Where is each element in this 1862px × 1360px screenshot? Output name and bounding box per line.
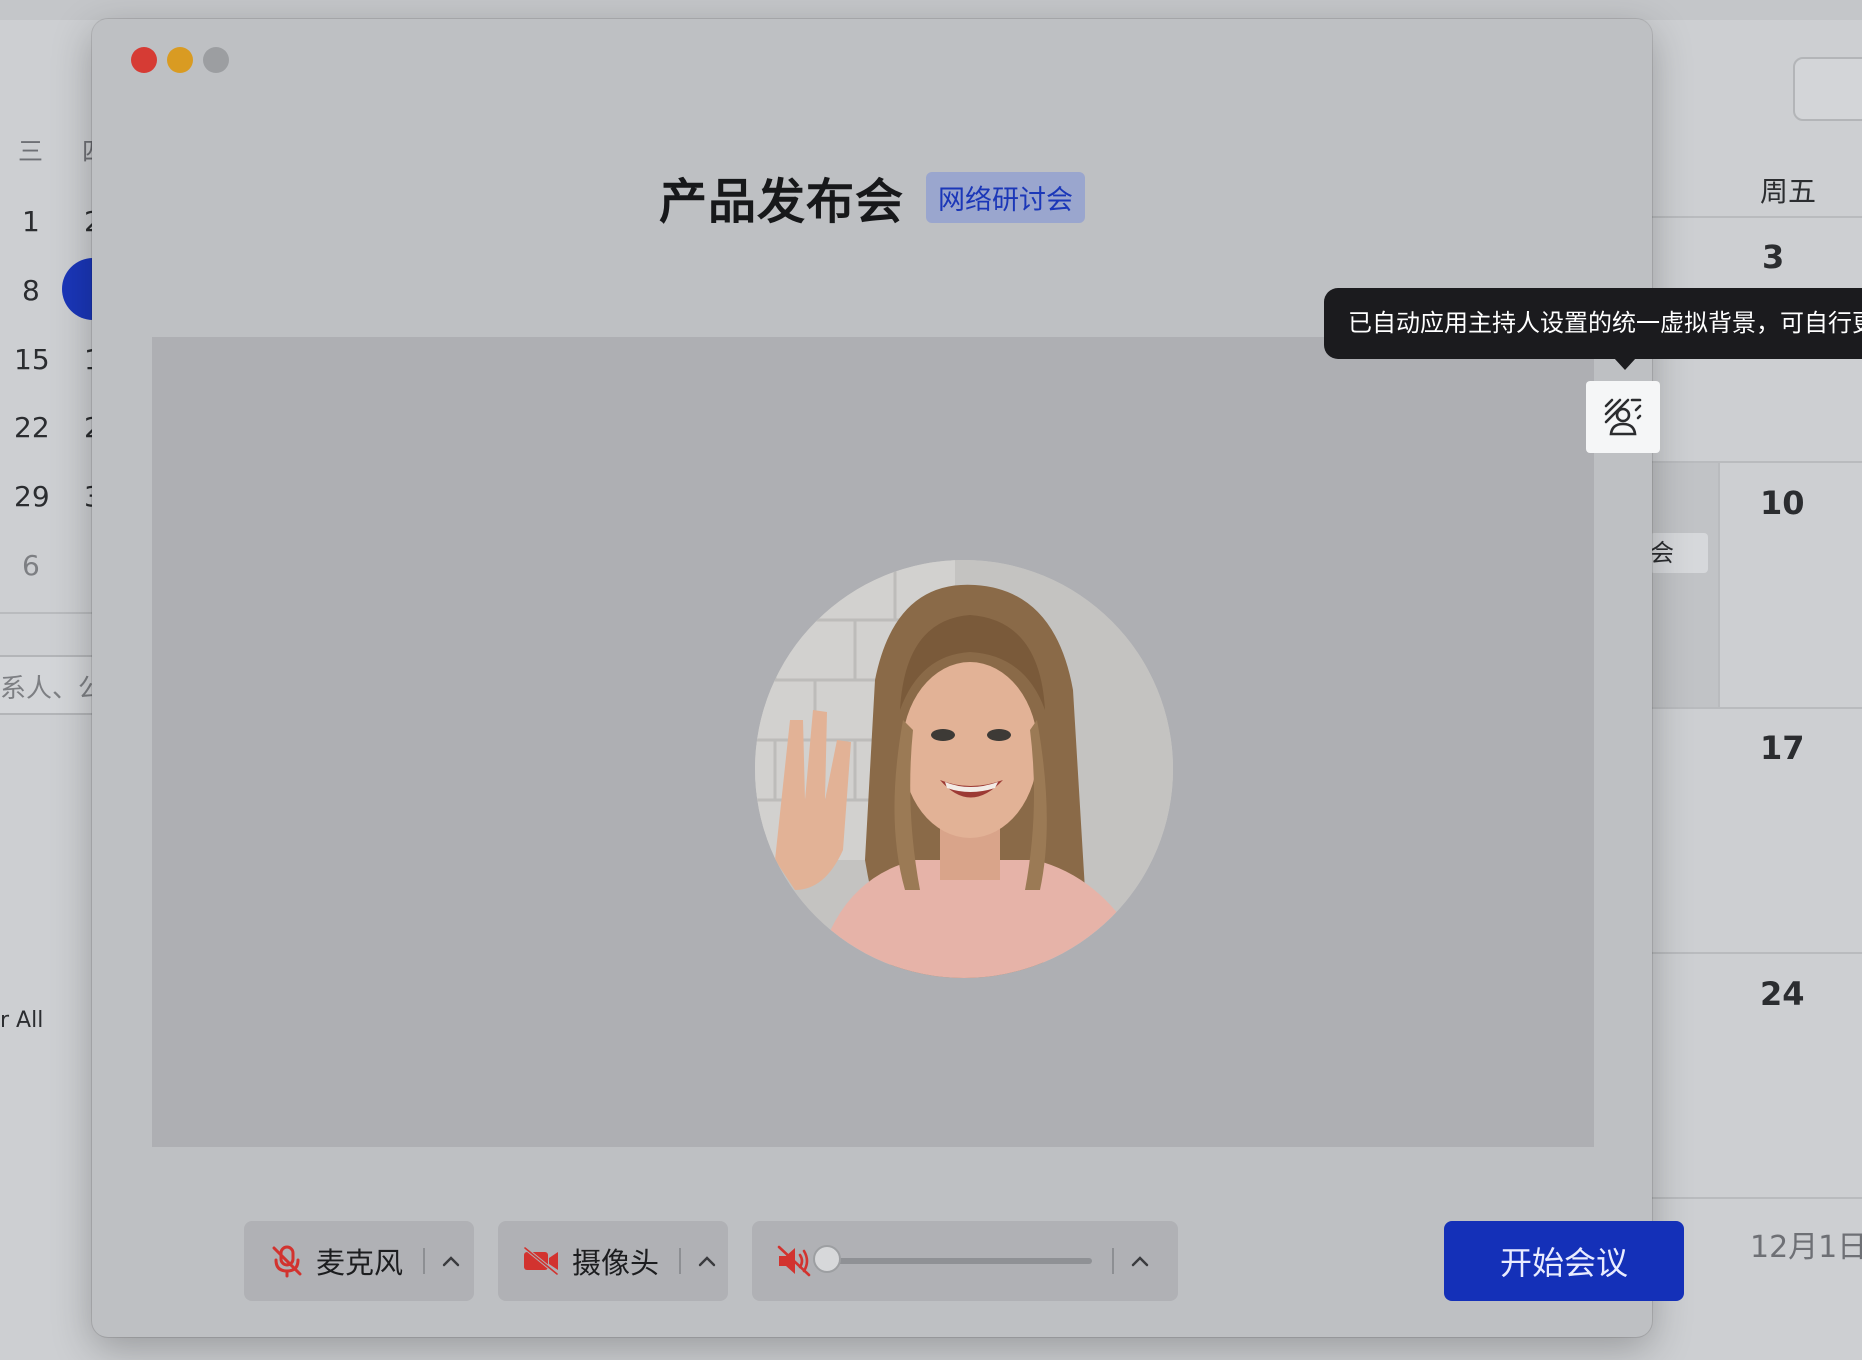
virtual-background-icon xyxy=(1604,398,1642,436)
volume-slider-handle[interactable] xyxy=(813,1245,841,1273)
calendar-day[interactable]: 29 xyxy=(14,480,50,513)
divider xyxy=(0,612,100,614)
virtual-background-tooltip: 已自动应用主持人设置的统一虚拟背景，可自行更换 xyxy=(1324,288,1862,359)
close-window-button[interactable] xyxy=(131,47,157,73)
calendar-cell-day[interactable]: 3 xyxy=(1762,238,1784,276)
divider xyxy=(423,1248,426,1274)
divider xyxy=(1650,1197,1862,1199)
contact-search-placeholder: 系人、公 xyxy=(0,674,105,704)
meeting-title: 产品发布会 xyxy=(658,174,904,230)
background-top-bar xyxy=(0,0,1862,20)
all-calendars-label[interactable]: r All xyxy=(0,1008,43,1033)
meeting-preview-window: 产品发布会 网络研讨会 已自动应用主持人设置的统一虚拟背景，可自行更换 麦克风 … xyxy=(92,19,1862,1337)
camera-label: 摄像头 xyxy=(572,1246,660,1280)
divider xyxy=(1650,707,1862,709)
divider xyxy=(1112,1248,1114,1274)
camera-off-icon xyxy=(523,1246,559,1276)
tooltip-arrow xyxy=(1614,358,1636,370)
divider xyxy=(679,1248,682,1274)
webinar-badge: 网络研讨会 xyxy=(926,171,1085,223)
calendar-day[interactable]: 8 xyxy=(22,274,40,307)
chevron-up-icon[interactable] xyxy=(439,1249,463,1273)
microphone-label: 麦克风 xyxy=(316,1246,404,1280)
speaker-control[interactable] xyxy=(752,1221,1178,1301)
divider xyxy=(1650,952,1862,954)
start-meeting-button[interactable]: 开始会议 xyxy=(1444,1221,1684,1301)
minimize-window-button[interactable] xyxy=(167,47,193,73)
mic-off-icon xyxy=(272,1245,302,1278)
title-row: 产品发布会 网络研讨会 xyxy=(92,157,1652,237)
person-portrait xyxy=(755,560,1173,978)
calendar-day[interactable]: 15 xyxy=(14,343,50,376)
speaker-muted-icon xyxy=(777,1245,811,1277)
calendar-cell-day[interactable]: 17 xyxy=(1760,729,1805,767)
calendar-cell-day[interactable]: 10 xyxy=(1760,484,1805,522)
camera-preview-avatar xyxy=(755,560,1173,978)
camera-control[interactable]: 摄像头 xyxy=(498,1221,728,1301)
calendar-cell-day[interactable]: 24 xyxy=(1760,975,1805,1013)
event-chip[interactable]: 会 xyxy=(1650,533,1708,573)
calendar-day[interactable]: 1 xyxy=(22,205,40,238)
event-block[interactable] xyxy=(1650,463,1718,707)
weekday-label: 三 xyxy=(18,137,44,166)
calendar-day[interactable]: 22 xyxy=(14,411,50,444)
weekday-header: 周五 xyxy=(1760,175,1817,208)
calendar-day[interactable]: 6 xyxy=(22,549,40,582)
divider xyxy=(1650,216,1862,218)
zoom-window-button[interactable] xyxy=(203,47,229,73)
footer-date: 12月1日 xyxy=(1750,1230,1862,1265)
virtual-background-button[interactable] xyxy=(1586,381,1660,453)
top-right-button[interactable] xyxy=(1793,57,1862,121)
microphone-control[interactable]: 麦克风 xyxy=(244,1221,474,1301)
chevron-up-icon[interactable] xyxy=(1128,1249,1152,1273)
divider xyxy=(1718,463,1720,707)
chevron-up-icon[interactable] xyxy=(695,1249,719,1273)
volume-slider[interactable] xyxy=(813,1245,1092,1273)
